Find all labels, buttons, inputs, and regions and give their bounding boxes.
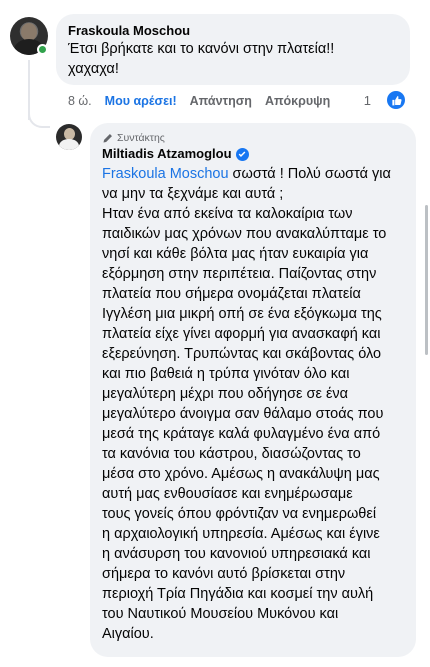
like-button[interactable]: Μου αρέσει! <box>105 94 177 108</box>
reply-author-name[interactable]: Miltiadis Atzamoglou <box>102 145 232 163</box>
reply-line: η αρχαιολογική υπηρεσία. Αμέσως και έγιν… <box>102 526 380 542</box>
reply-line: η ανάσυρση του κανονιού υπηρεσιακά και <box>102 546 371 562</box>
scrollbar[interactable] <box>425 205 428 355</box>
thumbs-up-icon <box>387 91 405 109</box>
reply-button[interactable]: Απάντηση <box>190 94 252 108</box>
comment-author[interactable]: Fraskoula Moschou <box>68 22 398 39</box>
reply-line: παιδικών μας χρόνων που ανακαλύπταμε το <box>102 226 387 242</box>
comment-text-line: χαχαχα! <box>68 61 119 77</box>
online-status-dot <box>37 44 48 55</box>
reply-line: τους γονείς όπου φρόντιζαν να ενημερωθεί <box>102 506 377 522</box>
reply-line: Fraskoula Moschou σωστά ! Πολύ σωστά για <box>102 166 391 182</box>
hide-button[interactable]: Απόκρυψη <box>265 94 330 108</box>
reply-line: μεγαλύτερη μέχρι που οδήγησε σε ένα <box>102 386 349 402</box>
comment-bubble: Fraskoula Moschou Έτσι βρήκατε και το κα… <box>56 14 410 85</box>
reply-line: μεσά της κράταγε καλά φυλαγμένο ένα από <box>102 426 381 442</box>
reply-line: πλατεία που σήμερα ονομάζεται πλατεία <box>102 286 361 302</box>
reply-line: μέσα στο χρόνο. Αμέσως η ανακάλυψη μας <box>102 466 380 482</box>
reply-line: Ιγγλέση μια μικρή οπή σε ένα εξόγκωμα τη… <box>102 306 382 322</box>
reply-line: αυτή μας ενθουσίασε και ενημέρωσαμε <box>102 486 353 502</box>
reply-line: να μην τα ξεχνάμε και αυτά ; <box>102 186 284 202</box>
reply-line: τα κανόνια του κάστρου, διασώζοντας το <box>102 446 361 462</box>
reply-line: του Ναυτικού Μουσείου Μυκόνου και <box>102 606 339 622</box>
reply-line: σήμερα το κανόνι αυτό βρίσκεται στην <box>102 566 346 582</box>
comment-actions: 8 ώ. Μου αρέσει! Απάντηση Απόκρυψη 1 <box>68 91 418 110</box>
thread-connector <box>28 102 50 128</box>
reply-bubble: Συντάκτης Miltiadis Atzamoglou Fraskoula… <box>90 123 416 657</box>
avatar-miltiadis[interactable] <box>56 124 82 150</box>
reply-line: Αιγαίου. <box>102 626 154 642</box>
reaction-summary[interactable]: 1 <box>364 91 418 109</box>
comment-text-line: Έτσι βρήκατε και το κανόνι στην πλατεία!… <box>68 41 335 57</box>
reply-line: περιοχή Τρία Πηγάδια και κοσμεί την αυλή <box>102 586 374 602</box>
reply-line: μεγαλύτερο άνοιγμα σαν θάλαμο στοάς που <box>102 406 384 422</box>
author-role-badge: Συντάκτης <box>102 131 404 145</box>
author-role-label: Συντάκτης <box>117 132 165 144</box>
reaction-count: 1 <box>363 92 371 108</box>
reply-line: και πιο βαθειά η τρύπα γινόταν όλο και <box>102 366 350 382</box>
reply-line: εξόρμηση στην περιπέτεια. Παίζοντας στην <box>102 266 377 282</box>
reply-line: εξερεύνηση. Τρυπώντας και σκάβοντας όλο <box>102 346 382 362</box>
comment-time[interactable]: 8 ώ. <box>68 94 92 108</box>
avatar-body <box>59 139 79 150</box>
reply-line: πλατεία είχε γίνει αφορμή για ανασκαφή κ… <box>102 326 381 342</box>
reply-text: Fraskoula Moschou σωστά ! Πολύ σωστά για… <box>102 164 404 644</box>
reply-line: Ηταν ένα από εκείνα τα καλοκαίρια των <box>102 206 353 222</box>
verified-badge-icon <box>235 147 249 161</box>
reply-line: νησί και κάθε βόλτα μας ήταν ευκαιρία γι… <box>102 246 369 262</box>
reply-author[interactable]: Miltiadis Atzamoglou <box>102 145 404 163</box>
mention-link[interactable]: Fraskoula Moschou <box>102 166 229 182</box>
pen-icon <box>103 133 112 142</box>
